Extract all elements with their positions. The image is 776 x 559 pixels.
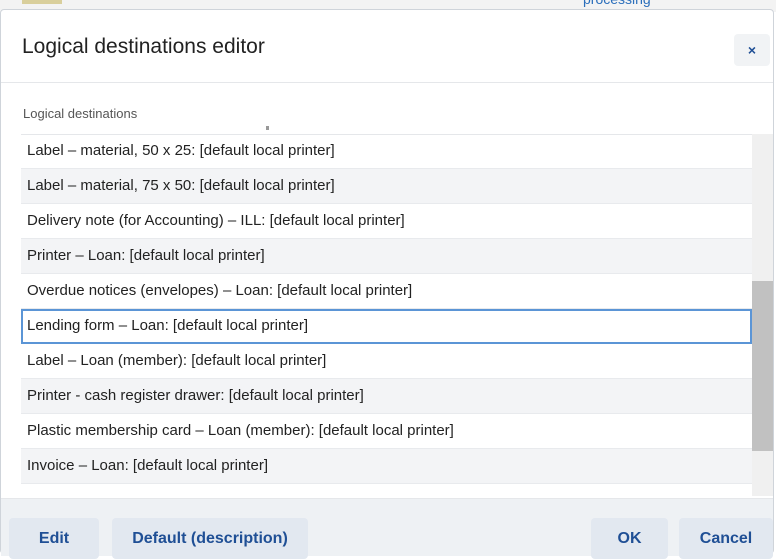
list-item[interactable]: Overdue notices (envelopes) – Loan: [def… xyxy=(21,274,752,309)
list-rows: Label – material, 50 x 25: [default loca… xyxy=(21,134,752,484)
scrollbar-thumb[interactable] xyxy=(752,281,773,451)
dialog-footer: Edit Default (description) OK Cancel xyxy=(1,498,773,559)
background-link-text: processing xyxy=(583,0,651,7)
list-item[interactable]: Plastic membership card – Loan (member):… xyxy=(21,414,752,449)
logical-destinations-dialog: Logical destinations editor × Logical de… xyxy=(0,9,774,559)
list-item[interactable]: Label – Loan (member): [default local pr… xyxy=(21,344,752,379)
edit-button[interactable]: Edit xyxy=(9,518,99,559)
cancel-button[interactable]: Cancel xyxy=(679,518,773,559)
close-button[interactable]: × xyxy=(734,34,770,66)
list-item[interactable]: Label – material, 75 x 50: [default loca… xyxy=(21,169,752,204)
list-item[interactable]: Delivery note (for Accounting) – ILL: [d… xyxy=(21,204,752,239)
list-scrollbar[interactable] xyxy=(752,134,773,496)
list-item[interactable]: Printer – Loan: [default local printer] xyxy=(21,239,752,274)
dialog-title: Logical destinations editor xyxy=(22,35,265,58)
close-icon: × xyxy=(747,42,757,58)
default-description-button[interactable]: Default (description) xyxy=(112,518,308,559)
list-item[interactable]: Printer - cash register drawer: [default… xyxy=(21,379,752,414)
list-item-selected[interactable]: Lending form – Loan: [default local prin… xyxy=(21,309,752,344)
background-decoration xyxy=(22,0,62,4)
list-label: Logical destinations xyxy=(23,106,138,121)
dialog-header: Logical destinations editor × xyxy=(1,10,773,83)
destinations-list[interactable]: Label – material, 50 x 25: [default loca… xyxy=(21,126,773,496)
list-item[interactable]: Label – material, 50 x 25: [default loca… xyxy=(21,134,752,169)
list-item[interactable]: Invoice – Loan: [default local printer] xyxy=(21,449,752,484)
ok-button[interactable]: OK xyxy=(591,518,668,559)
